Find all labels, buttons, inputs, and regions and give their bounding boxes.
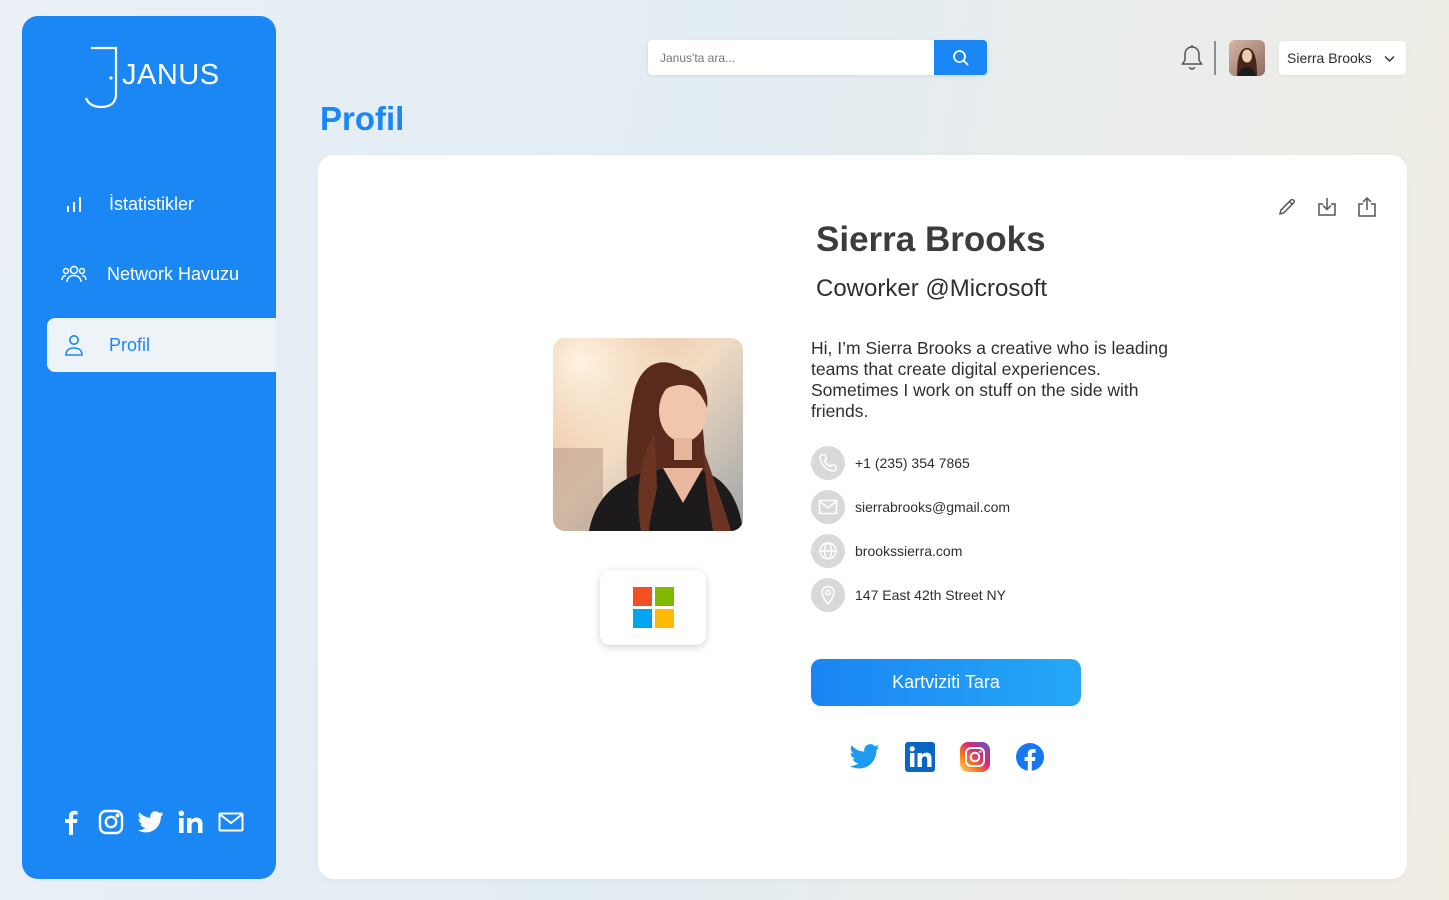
sidebar-item-statistics[interactable]: İstatistikler <box>47 177 276 231</box>
search-input[interactable] <box>648 40 934 75</box>
contact-address[interactable]: 147 East 42th Street NY <box>811 578 1006 612</box>
notification-bell-icon[interactable] <box>1179 44 1205 72</box>
download-icon[interactable] <box>1315 195 1339 219</box>
location-icon <box>811 578 845 612</box>
contact-value: +1 (235) 354 7865 <box>855 455 970 471</box>
profile-photo <box>553 338 743 531</box>
mail-icon <box>811 490 845 524</box>
bar-chart-icon <box>59 189 89 219</box>
facebook-icon[interactable] <box>58 809 84 835</box>
sidebar-item-network[interactable]: Network Havuzu <box>47 247 276 301</box>
instagram-icon[interactable] <box>959 741 990 772</box>
share-icon[interactable] <box>1355 195 1379 219</box>
sidebar-item-label: Network Havuzu <box>107 263 240 284</box>
company-logo <box>600 570 706 645</box>
contact-value: brookssierra.com <box>855 543 963 559</box>
profile-name: Sierra Brooks <box>816 220 1046 259</box>
users-icon <box>59 259 89 289</box>
sidebar-item-label: Profil <box>109 334 151 355</box>
globe-icon <box>811 534 845 568</box>
contact-value: sierrabrooks@gmail.com <box>855 499 1011 515</box>
search-icon <box>952 49 969 66</box>
chevron-down-icon <box>1384 55 1395 63</box>
edit-icon[interactable] <box>1275 195 1299 219</box>
contact-email[interactable]: sierrabrooks@gmail.com <box>811 490 1010 524</box>
janus-logo[interactable]: JANUS <box>85 46 235 126</box>
contact-phone[interactable]: +1 (235) 354 7865 <box>811 446 970 480</box>
profile-job-title: Coworker @Microsoft <box>816 275 1048 302</box>
twitter-icon[interactable] <box>138 809 164 835</box>
sidebar-social-links <box>58 809 244 835</box>
mail-icon[interactable] <box>218 809 244 835</box>
sidebar-item-profile[interactable]: Profil <box>47 318 276 372</box>
avatar[interactable] <box>1229 40 1265 76</box>
microsoft-logo-icon <box>632 587 674 628</box>
user-name: Sierra Brooks <box>1287 50 1372 66</box>
twitter-icon[interactable] <box>849 741 880 772</box>
instagram-icon[interactable] <box>98 809 124 835</box>
phone-icon <box>811 446 845 480</box>
sidebar: JANUS İstatistikler Network Havuzu Profi… <box>22 16 276 879</box>
sidebar-item-label: İstatistikler <box>109 193 195 214</box>
linkedin-icon[interactable] <box>178 809 204 835</box>
user-dropdown[interactable]: Sierra Brooks <box>1279 41 1406 75</box>
search-bar <box>648 40 987 75</box>
search-button[interactable] <box>934 40 987 75</box>
card-actions <box>1275 195 1379 219</box>
profile-social-links <box>849 741 1045 772</box>
header-divider <box>1214 41 1216 75</box>
page-title: Profil <box>320 100 405 137</box>
user-icon <box>59 330 89 360</box>
brand-name: JANUS <box>122 59 220 91</box>
scan-business-card-button[interactable]: Kartviziti Tara <box>811 659 1081 706</box>
profile-card: Sierra Brooks Coworker @Microsoft Hi, I’… <box>318 155 1407 879</box>
profile-bio: Hi, I’m Sierra Brooks a creative who is … <box>811 338 1168 421</box>
facebook-icon[interactable] <box>1014 741 1045 772</box>
linkedin-icon[interactable] <box>904 741 935 772</box>
contact-value: 147 East 42th Street NY <box>855 587 1006 603</box>
contact-website[interactable]: brookssierra.com <box>811 534 962 568</box>
janus-logo-icon <box>85 46 118 109</box>
